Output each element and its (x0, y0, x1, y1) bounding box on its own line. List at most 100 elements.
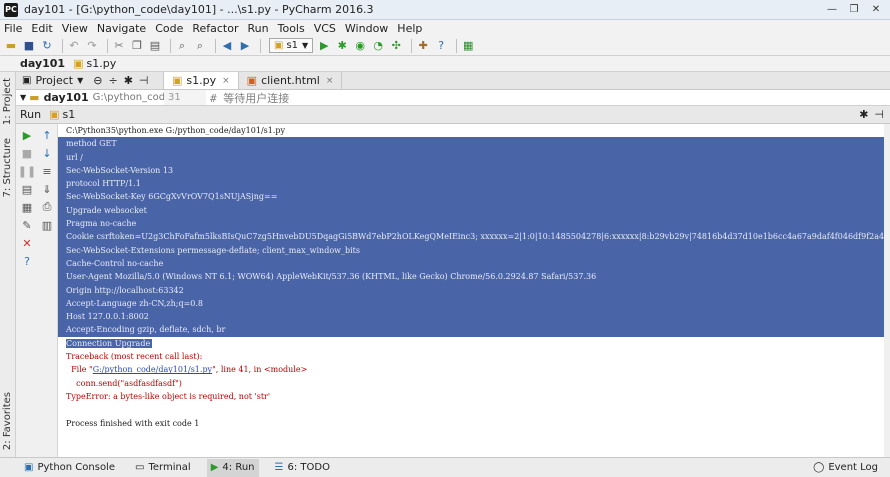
console-line: Sec-WebSocket-Version 13 (58, 163, 884, 178)
hide-icon[interactable]: ⊣ (139, 74, 149, 87)
menu-view[interactable]: View (62, 22, 88, 35)
forward-icon[interactable]: ▶ (238, 39, 252, 53)
close-icon[interactable]: × (222, 76, 230, 86)
undo-icon[interactable]: ↶ (67, 39, 81, 53)
project-root-name: day101 (43, 91, 89, 104)
breadcrumb-project[interactable]: day101 (20, 57, 65, 70)
gear-icon[interactable]: ✱ (859, 108, 868, 121)
navigation-bar: day101 ▣ s1.py (0, 56, 890, 72)
restore-layout-icon[interactable]: ▤ (20, 182, 34, 196)
trash-icon[interactable]: ▥ (40, 218, 54, 232)
project-view-label[interactable]: Project (35, 74, 73, 87)
debugger-icon[interactable]: ▦ (20, 200, 34, 214)
menu-tools[interactable]: Tools (278, 22, 305, 35)
restore-button[interactable]: ❐ (844, 2, 864, 16)
copy-icon[interactable]: ❐ (130, 39, 144, 53)
menu-window[interactable]: Window (345, 22, 388, 35)
settings-wrench-icon[interactable]: ✚ (416, 39, 430, 53)
scroll-up-icon[interactable]: ↑ (40, 128, 54, 142)
menu-code[interactable]: Code (155, 22, 183, 35)
console-line: Traceback (most recent call last): (66, 352, 203, 362)
tab-s1-py[interactable]: ▣ s1.py × (164, 72, 239, 89)
console-line: Upgrade websocket (58, 203, 884, 218)
save-icon[interactable]: ■ (22, 39, 36, 53)
tab-project-tool[interactable]: 1: Project (2, 78, 13, 125)
menu-navigate[interactable]: Navigate (97, 22, 146, 35)
python-file-icon: ▣ (73, 57, 84, 70)
tab-todo[interactable]: ☰ 6: TODO (271, 459, 334, 477)
rerun-icon[interactable]: ▶ (20, 128, 34, 142)
console-line-text: Connection Upgrade (66, 338, 153, 348)
redo-icon[interactable]: ↷ (85, 39, 99, 53)
profile-icon[interactable]: ◔ (371, 39, 385, 53)
soft-wrap-icon[interactable]: ≡ (40, 164, 54, 178)
menu-run[interactable]: Run (248, 22, 269, 35)
project-view-icon: ▣ (22, 75, 32, 86)
run-panel-label: Run (20, 108, 42, 121)
tab-terminal[interactable]: ▭ Terminal (131, 459, 195, 477)
menu-help[interactable]: Help (397, 22, 422, 35)
tab-favorites-tool[interactable]: 2: Favorites (2, 392, 13, 450)
tab-client-html[interactable]: ▣ client.html × (239, 72, 343, 89)
pin-icon[interactable]: ✎ (20, 218, 34, 232)
toolbar-separator (215, 38, 216, 53)
window-title: day101 - [G:\python_code\day101] - ...\s… (24, 3, 374, 16)
close-window-button[interactable]: ✕ (866, 2, 886, 16)
run-config-tab[interactable]: s1 (63, 108, 76, 121)
coverage-icon[interactable]: ◉ (353, 39, 367, 53)
breadcrumb-file[interactable]: ▣ s1.py (73, 57, 116, 70)
code-comment[interactable]: # 等待用户连接 (206, 90, 289, 106)
sync-icon[interactable]: ↻ (40, 39, 54, 53)
menu-edit[interactable]: Edit (31, 22, 52, 35)
chevron-down-icon[interactable]: ▼ (77, 76, 83, 85)
run-icon[interactable]: ▶ (317, 39, 331, 53)
back-icon[interactable]: ◀ (220, 39, 234, 53)
hide-icon[interactable]: ⊣ (874, 108, 884, 121)
console-scrollbar[interactable] (884, 124, 890, 457)
replace-icon[interactable]: ⌕ (193, 39, 207, 53)
breadcrumb-file-label: s1.py (86, 57, 117, 70)
open-folder-icon[interactable]: ▬ (4, 39, 18, 53)
minimize-button[interactable]: — (822, 2, 842, 16)
menu-vcs[interactable]: VCS (314, 22, 336, 35)
project-tree-root[interactable]: ▼ ▬ day101 G:\python_code\day (16, 91, 164, 104)
run-config-select[interactable]: ▣ s1 ▼ (269, 38, 314, 53)
editor-tab-bar: ▣ Project ▼ ⊖ ÷ ✱ ⊣ ▣ s1.py × ▣ client.h… (16, 72, 890, 90)
help-icon[interactable]: ? (434, 39, 448, 53)
run-config-label: s1 (286, 40, 299, 51)
run-console-output[interactable]: C:\Python35\python.exe G:/python_code/da… (58, 124, 884, 457)
scroll-from-source-icon[interactable]: ÷ (108, 74, 117, 87)
structure-icon[interactable]: ▦ (461, 39, 475, 53)
print-icon[interactable]: ⎙ (40, 200, 54, 214)
tab-python-console[interactable]: ▣ Python Console (20, 459, 119, 477)
close-icon[interactable]: × (326, 76, 334, 86)
collapse-icon[interactable]: ⊖ (93, 74, 102, 87)
gear-icon[interactable]: ✱ (124, 74, 133, 87)
concurrency-icon[interactable]: ✣ (389, 39, 403, 53)
terminal-label: Terminal (148, 462, 191, 473)
pause-icon[interactable]: ❚❚ (18, 164, 36, 178)
debug-icon[interactable]: ✱ (335, 39, 349, 53)
traceback-file-link[interactable]: G:/python_code/day101/s1.py (93, 365, 212, 374)
stop-icon[interactable]: ■ (20, 146, 34, 160)
scroll-to-end-icon[interactable]: ⇓ (40, 182, 54, 196)
menu-file[interactable]: File (4, 22, 22, 35)
scroll-down-icon[interactable]: ↓ (40, 146, 54, 160)
python-file-icon: ▣ (274, 40, 284, 51)
cut-icon[interactable]: ✂ (112, 39, 126, 53)
chevron-down-icon[interactable]: ▼ (20, 93, 26, 102)
help-icon[interactable]: ? (20, 254, 34, 268)
event-log-button[interactable]: ◯ Event Log (813, 462, 878, 473)
console-line: url / (58, 150, 884, 164)
console-line: Pragma no-cache (58, 217, 884, 231)
paste-icon[interactable]: ▤ (148, 39, 162, 53)
menu-refactor[interactable]: Refactor (192, 22, 238, 35)
tab-structure-tool[interactable]: 7: Structure (2, 138, 13, 197)
close-icon[interactable]: ✕ (20, 236, 34, 250)
toolbar-separator (62, 38, 63, 53)
left-tool-strip: 1: Project 7: Structure 2: Favorites (0, 72, 16, 457)
find-icon[interactable]: ⌕ (175, 39, 189, 53)
tab-run[interactable]: ▶ 4: Run (206, 458, 259, 477)
title-bar: PC day101 - [G:\python_code\day101] - ..… (0, 0, 890, 20)
